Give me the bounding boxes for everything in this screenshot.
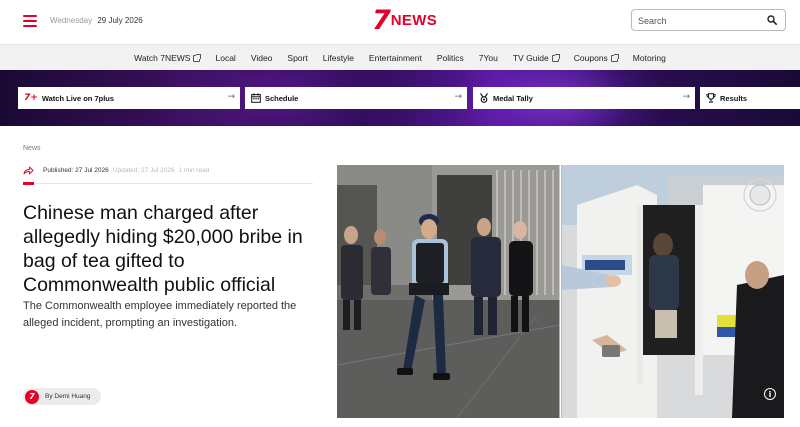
nav-item-motoring[interactable]: Motoring <box>633 53 666 63</box>
meta-divider <box>23 183 313 184</box>
article-kicker[interactable]: News <box>23 145 41 152</box>
schedule-label: Schedule <box>265 93 299 103</box>
article-meta: Published: 27 Jul 2026 Updated: 27 Jul 2… <box>23 163 313 177</box>
nav-items: Watch 7NEWS Local Video Sport Lifestyle Enter… <box>0 45 800 71</box>
current-date: Wednesday 29 July 2026 <box>50 16 143 25</box>
arrow-right-icon: → <box>682 92 690 102</box>
nav-item-label: Politics <box>436 53 464 63</box>
article-standfirst: The Commonwealth employee immediately re… <box>23 300 297 329</box>
site-header: Wednesday 29 July 2026 7 NEWS <box>0 0 800 44</box>
share-icon[interactable] <box>23 166 34 175</box>
read-time: 1 min read <box>178 166 210 174</box>
nav-item-label: Watch 7NEWS <box>134 53 191 63</box>
results-label: Results <box>720 93 748 103</box>
7plus-icon: 7+ <box>24 93 38 103</box>
nav-item-lifestyle[interactable]: Lifestyle <box>323 53 354 63</box>
watch-live-label: Watch Live on 7plus <box>41 93 115 103</box>
search-box[interactable] <box>631 9 786 31</box>
article-headline: Chinese man charged after allegedly hidi… <box>23 202 303 296</box>
schedule-link[interactable]: Schedule → <box>245 87 467 109</box>
logo-mark: 7 <box>372 4 391 36</box>
published-date: Published: 27 Jul 2026 <box>43 166 109 174</box>
updated-date: Updated: 27 Jul 2026 <box>112 166 175 174</box>
nav-item-entertainment[interactable]: Entertainment <box>369 53 422 63</box>
primary-nav: Watch 7NEWS Local Video Sport Lifestyle Enter… <box>0 44 800 70</box>
hero-left-panel <box>337 165 561 418</box>
external-link-icon <box>193 53 202 62</box>
medal-tally-label: Medal Tally <box>493 93 533 103</box>
calendar-icon <box>251 93 261 103</box>
nav-item-label: Sport <box>287 53 308 63</box>
nav-item-label: 7You <box>478 53 498 63</box>
search-input[interactable] <box>638 13 758 28</box>
promo-band: 7+ Watch Live on 7plus → Schedule → Meda… <box>0 70 800 126</box>
nav-item-watch-7news[interactable]: Watch 7NEWS <box>134 53 202 63</box>
trophy-icon <box>706 93 716 103</box>
nav-item-label: Video <box>250 53 273 63</box>
results-link[interactable]: Results <box>700 87 800 109</box>
medal-tally-link[interactable]: Medal Tally → <box>473 87 695 109</box>
nav-item-label: Entertainment <box>368 53 422 63</box>
nav-item-video[interactable]: Video <box>251 53 273 63</box>
nav-item-label: Coupons <box>573 53 608 63</box>
meta-divider-accent <box>23 182 34 185</box>
nav-item-politics[interactable]: Politics <box>437 53 464 63</box>
date-value: 29 July 2026 <box>97 16 143 25</box>
author-avatar: 7 <box>25 389 39 404</box>
nav-item-label: Local <box>215 53 236 63</box>
watch-live-7plus-link[interactable]: 7+ Watch Live on 7plus → <box>18 87 240 109</box>
nav-item-7you[interactable]: 7You <box>479 53 498 63</box>
arrow-right-icon: → <box>454 92 462 102</box>
nav-item-label: Lifestyle <box>322 53 354 63</box>
author-name: By Demi Huang <box>45 393 91 400</box>
author-byline[interactable]: 7 By Demi Huang <box>23 388 101 405</box>
search-icon[interactable] <box>767 15 777 25</box>
nav-item-tv-guide[interactable]: TV Guide <box>512 53 560 63</box>
nav-item-label: Motoring <box>632 53 666 63</box>
hero-image <box>337 165 784 418</box>
arrow-right-icon: → <box>227 92 235 102</box>
logo-text: NEWS <box>390 11 437 29</box>
nav-item-coupons[interactable]: Coupons <box>573 53 619 63</box>
avatar-mark: 7 <box>29 392 35 401</box>
nav-item-sport[interactable]: Sport <box>287 53 307 63</box>
nav-item-local[interactable]: Local <box>215 53 235 63</box>
image-info-button[interactable]: i <box>764 388 776 400</box>
hamburger-menu-icon[interactable] <box>23 15 37 27</box>
hero-right-panel <box>562 165 784 418</box>
medal-icon <box>480 93 488 103</box>
nav-item-label: TV Guide <box>512 53 549 63</box>
7news-logo[interactable]: 7 NEWS <box>372 4 437 36</box>
date-weekday: Wednesday <box>50 16 93 25</box>
external-link-icon <box>610 53 619 62</box>
external-link-icon <box>551 53 560 62</box>
